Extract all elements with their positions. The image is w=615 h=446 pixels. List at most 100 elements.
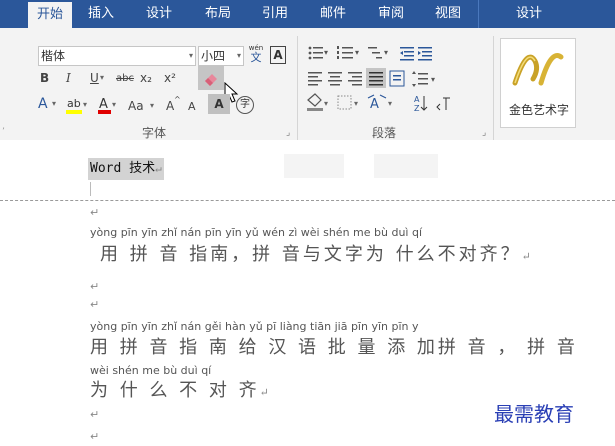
gold-art-text-icon <box>512 53 564 86</box>
watermark-text: 最需教育 <box>494 402 574 426</box>
caret-up-icon: ^ <box>174 95 181 104</box>
paragraph-1-text: 用 拼 音 指南，拼 音与文字为 什么不对齐？ <box>100 244 522 265</box>
strikethrough-button[interactable]: abc <box>116 71 134 87</box>
svg-text:ab: ab <box>67 97 81 110</box>
svg-text:▾: ▾ <box>388 99 392 108</box>
font-color-button[interactable]: A ▾ <box>96 94 120 116</box>
sort-icon[interactable]: A Z <box>414 95 428 113</box>
paragraph-text[interactable]: 为 什 么 不 对 齐↵ <box>90 376 269 402</box>
chevron-down-icon: ▾ <box>188 51 193 60</box>
bullets-icon[interactable]: ▾ <box>308 46 328 60</box>
character-shading-button[interactable]: A <box>208 94 230 114</box>
svg-text:▾: ▾ <box>384 48 388 57</box>
align-left-icon[interactable] <box>308 72 322 86</box>
group-separator <box>493 36 494 140</box>
svg-text:▾: ▾ <box>324 48 328 57</box>
highlighter-icon: ab ▾ <box>66 97 87 114</box>
ribbon-tab-bar: 开始 插入 设计 布局 引用 邮件 审阅 视图 设计 <box>0 0 615 28</box>
group-separator <box>297 36 298 140</box>
paragraph-mark: ↵ <box>90 206 100 219</box>
style-gallery-item[interactable]: 金色艺术字 <box>500 38 576 128</box>
shrink-font-button[interactable]: A <box>188 99 196 115</box>
tab-mailings[interactable]: 邮件 <box>312 0 354 28</box>
paragraph-3-text: 为 什 么 不 对 齐 <box>90 380 260 401</box>
chevron-down-icon[interactable]: ▾ <box>150 98 154 114</box>
heading-text: Word 技术 <box>90 161 156 176</box>
tab-table-design[interactable]: 设计 <box>478 0 579 28</box>
svg-text:A: A <box>414 95 420 104</box>
style-name-label: 金色艺术字 <box>509 103 570 117</box>
selection-ghost <box>374 154 438 178</box>
distributed-icon[interactable] <box>389 70 405 87</box>
paragraph-mark: ↵ <box>90 430 100 443</box>
highlight-color-button[interactable]: ab ▾ <box>64 94 90 116</box>
align-right-icon[interactable] <box>348 72 362 86</box>
svg-text:Z: Z <box>414 104 420 113</box>
tab-home[interactable]: 开始 <box>28 2 72 28</box>
font-size-box[interactable]: 小四 ▾ <box>198 46 244 66</box>
character-border-button[interactable]: A <box>270 46 286 64</box>
paragraph-mark: ↵ <box>155 162 162 175</box>
page-break-line <box>0 200 615 201</box>
clear-formatting-button[interactable] <box>198 66 224 90</box>
paragraph-mark: ↵ <box>259 386 269 399</box>
tab-insert[interactable]: 插入 <box>80 0 122 28</box>
show-hide-marks-icon[interactable] <box>436 97 450 111</box>
tab-references[interactable]: 引用 <box>254 0 296 28</box>
svg-text:▾: ▾ <box>431 75 435 84</box>
paragraph-text[interactable]: 用 拼 音 指南，拼 音与文字为 什么不对齐？↵ <box>100 240 531 266</box>
paragraph-mark: ↵ <box>521 250 531 263</box>
dialog-launcher-icon[interactable]: ⌟ <box>482 128 486 138</box>
decrease-indent-icon[interactable] <box>400 47 414 61</box>
pinyin-line: yòng pīn yīn zhǐ nán gěi hàn yǔ pī liàng… <box>90 320 419 333</box>
font-group-label: 字体 <box>142 126 167 140</box>
document-area[interactable]: Word 技术↵ ↵ yòng pīn yīn zhǐ nán pīn yīn … <box>0 140 615 446</box>
enclose-characters-button[interactable]: 字 <box>236 96 254 114</box>
change-case-button[interactable]: Aa <box>128 98 144 114</box>
phonetic-guide-char: 文 <box>250 51 262 64</box>
paragraph-mark: ↵ <box>90 408 100 421</box>
svg-text:▾: ▾ <box>355 48 359 57</box>
selected-heading[interactable]: Word 技术↵ <box>88 158 164 180</box>
increase-indent-icon[interactable] <box>418 47 432 61</box>
underline-button[interactable]: U <box>90 70 99 86</box>
italic-button[interactable]: I <box>66 70 71 86</box>
paragraph-group-label: 段落 <box>372 126 397 140</box>
paragraph-mark: ↵ <box>90 298 100 311</box>
tab-view[interactable]: 视图 <box>427 0 469 28</box>
phonetic-guide-button[interactable]: wén 文 <box>248 44 264 66</box>
grow-font-button[interactable]: A <box>166 98 174 114</box>
chinese-layout-icon[interactable]: A ▾ <box>367 94 392 112</box>
font-color-icon: A ▾ <box>98 97 116 114</box>
paragraph-2-text[interactable]: 用 拼 音 指 南 给 汉 语 批 量 添 加拼 音 ， 拼 音 <box>90 333 578 359</box>
svg-text:A: A <box>370 97 379 112</box>
font-size-value: 小四 <box>201 49 226 63</box>
subscript-button[interactable]: x₂ <box>140 70 152 86</box>
paragraph-controls: ▾ ▾ ▾ ▾ ▾ ▾ A ▾ A Z <box>307 46 450 113</box>
borders-icon[interactable]: ▾ <box>337 95 358 110</box>
svg-text:▾: ▾ <box>83 100 87 109</box>
dialog-launcher-icon[interactable]: ⌟ <box>286 128 290 138</box>
pinyin-line: yòng pīn yīn zhǐ nán pīn yīn yǔ wén zì w… <box>90 226 423 239</box>
line-spacing-icon[interactable]: ▾ <box>412 71 435 87</box>
paragraph-mark: ↵ <box>90 280 100 293</box>
superscript-button[interactable]: x² <box>164 70 176 86</box>
numbering-icon[interactable]: ▾ <box>337 46 359 59</box>
tab-layout[interactable]: 布局 <box>197 0 239 28</box>
text-effects-icon[interactable]: A <box>38 96 48 112</box>
margin-mark <box>90 182 91 196</box>
tab-design[interactable]: 设计 <box>138 0 180 28</box>
chevron-down-icon[interactable]: ▾ <box>100 70 104 86</box>
align-center-icon[interactable] <box>328 72 342 86</box>
scroll-mark: ’ <box>2 127 5 137</box>
shading-icon[interactable]: ▾ <box>307 93 328 111</box>
multilevel-list-icon[interactable]: ▾ <box>368 47 388 59</box>
font-name-box[interactable]: 楷体 ▾ <box>38 46 196 66</box>
chevron-down-icon: ▾ <box>236 51 241 60</box>
selection-ghost <box>284 154 344 178</box>
chevron-down-icon[interactable]: ▾ <box>52 96 56 112</box>
font-name-value: 楷体 <box>41 49 66 63</box>
tab-review[interactable]: 审阅 <box>370 0 412 28</box>
bold-button[interactable]: B <box>40 70 49 86</box>
ribbon: 楷体 ▾ 小四 ▾ wén 文 A B I U ▾ abc x₂ x² A ▾ … <box>0 28 615 141</box>
